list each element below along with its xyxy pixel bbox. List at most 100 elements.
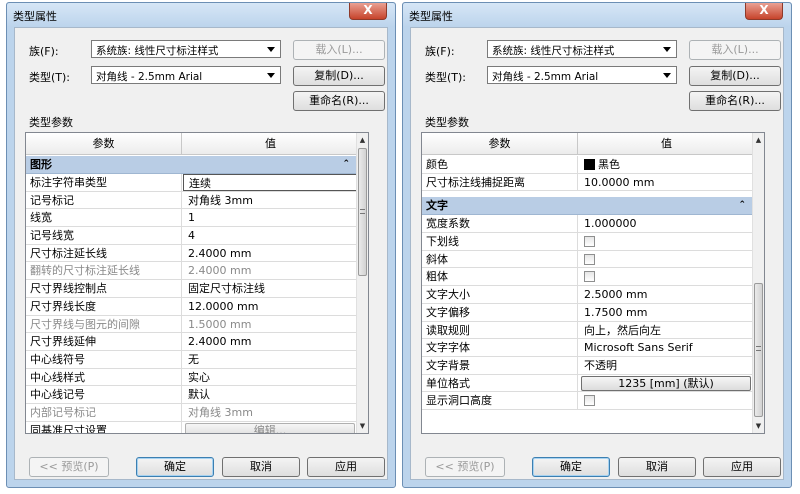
parameter-value[interactable]: 1.7500 mm bbox=[579, 304, 754, 321]
parameter-row[interactable]: 记号线宽 4 bbox=[26, 227, 358, 245]
parameter-value[interactable]: 2.4000 mm bbox=[183, 262, 358, 279]
parameter-value[interactable]: 实心 bbox=[183, 369, 358, 386]
parameter-row[interactable]: 宽度系数 1.000000 bbox=[422, 215, 754, 234]
parameter-value[interactable]: 12.0000 mm bbox=[183, 298, 358, 315]
column-header-parameter[interactable]: 参数 bbox=[26, 133, 182, 155]
family-select[interactable]: 系统族: 线性尺寸标注样式 bbox=[91, 40, 281, 58]
parameter-value[interactable] bbox=[579, 251, 754, 268]
group-header-graphics[interactable]: 图形 ⌃ bbox=[26, 156, 358, 174]
group-header-text[interactable]: 文字 ⌃ bbox=[422, 197, 754, 216]
parameter-row[interactable]: 下划线 bbox=[422, 233, 754, 251]
cancel-button[interactable]: 取消 bbox=[618, 457, 696, 477]
parameter-value[interactable]: 黑色 bbox=[579, 156, 754, 173]
close-button[interactable]: X bbox=[745, 3, 783, 20]
close-button[interactable]: X bbox=[349, 3, 387, 20]
collapse-chevron-icon[interactable]: ⌃ bbox=[738, 197, 746, 214]
grid-header: 参数 值 bbox=[26, 133, 358, 155]
cancel-button[interactable]: 取消 bbox=[222, 457, 300, 477]
parameter-value[interactable]: Microsoft Sans Serif bbox=[579, 339, 754, 356]
checkbox[interactable] bbox=[584, 253, 595, 265]
parameter-row[interactable]: 记号标记 对角线 3mm bbox=[26, 191, 358, 210]
parameter-row[interactable]: 中心线样式 实心 bbox=[26, 368, 358, 387]
parameter-row[interactable]: 同基准尺寸设置 编辑... bbox=[26, 421, 358, 433]
title-bar[interactable]: 类型属性 X bbox=[7, 3, 395, 27]
duplicate-button[interactable]: 复制(D)... bbox=[293, 66, 385, 86]
rename-button[interactable]: 重命名(R)... bbox=[293, 91, 385, 111]
scroll-thumb[interactable] bbox=[358, 148, 367, 276]
rename-button[interactable]: 重命名(R)... bbox=[689, 91, 781, 111]
parameter-value[interactable]: 无 bbox=[183, 351, 358, 368]
vertical-scrollbar[interactable]: ▲ ▼ bbox=[752, 133, 764, 433]
type-label: 类型(T): bbox=[29, 71, 71, 84]
parameter-value[interactable]: 2.4000 mm bbox=[183, 333, 358, 350]
parameter-row[interactable]: 中心线记号 默认 bbox=[26, 386, 358, 404]
parameter-row[interactable]: 尺寸界线延伸 2.4000 mm bbox=[26, 333, 358, 351]
scroll-up-arrow-icon[interactable]: ▲ bbox=[753, 133, 764, 147]
scroll-down-arrow-icon[interactable]: ▼ bbox=[753, 419, 764, 433]
scroll-thumb[interactable] bbox=[754, 283, 763, 417]
checkbox[interactable] bbox=[584, 236, 595, 248]
parameter-value[interactable]: 固定尺寸标注线 bbox=[183, 280, 358, 297]
column-header-value[interactable]: 值 bbox=[183, 133, 358, 155]
parameter-value[interactable] bbox=[579, 233, 754, 250]
parameter-row[interactable]: 斜体 bbox=[422, 250, 754, 269]
collapse-chevron-icon[interactable]: ⌃ bbox=[342, 156, 350, 173]
parameter-row[interactable]: 文字字体 Microsoft Sans Serif bbox=[422, 339, 754, 357]
parameter-value[interactable]: 2.4000 mm bbox=[183, 245, 358, 262]
parameter-row[interactable]: 中心线符号无 bbox=[26, 350, 358, 369]
parameter-value[interactable]: 对角线 3mm bbox=[183, 404, 358, 421]
load-button[interactable]: 载入(L)... bbox=[689, 40, 781, 60]
parameter-value[interactable]: 连续 bbox=[183, 174, 358, 191]
parameter-row[interactable]: 尺寸界线控制点 固定尺寸标注线 bbox=[26, 280, 358, 298]
parameter-row[interactable]: 内部记号标记 对角线 3mm bbox=[26, 403, 358, 422]
parameter-value[interactable]: 1.000000 bbox=[579, 215, 754, 232]
parameter-value[interactable]: 1235 [mm] (默认) bbox=[581, 375, 751, 391]
family-select[interactable]: 系统族: 线性尺寸标注样式 bbox=[487, 40, 677, 58]
parameter-value[interactable] bbox=[579, 392, 754, 409]
column-header-value[interactable]: 值 bbox=[579, 133, 754, 155]
parameter-row[interactable]: 读取规则 向上，然后向左 bbox=[422, 321, 754, 340]
scroll-down-arrow-icon[interactable]: ▼ bbox=[357, 419, 368, 433]
checkbox[interactable] bbox=[584, 395, 595, 407]
checkbox[interactable] bbox=[584, 271, 595, 283]
preview-button[interactable]: << 预览(P) bbox=[29, 457, 109, 477]
parameter-row[interactable]: 粗体 bbox=[422, 268, 754, 287]
parameter-row[interactable]: 文字偏移 1.7500 mm bbox=[422, 303, 754, 322]
apply-button[interactable]: 应用 bbox=[703, 457, 781, 477]
parameter-value[interactable]: 1 bbox=[183, 209, 358, 226]
parameter-row[interactable]: 尺寸标注线捕捉距离 10.0000 mm bbox=[422, 173, 754, 192]
parameter-value[interactable]: 10.0000 mm bbox=[579, 174, 754, 191]
ok-button[interactable]: 确定 bbox=[136, 457, 214, 477]
duplicate-button[interactable]: 复制(D)... bbox=[689, 66, 781, 86]
parameter-row[interactable]: 文字大小 2.5000 mm bbox=[422, 286, 754, 304]
parameter-row[interactable]: 标注字符串类型 连续 bbox=[26, 174, 358, 192]
parameter-row[interactable]: 显示洞口高度 bbox=[422, 392, 754, 410]
type-select[interactable]: 对角线 - 2.5mm Arial bbox=[487, 66, 677, 84]
apply-button[interactable]: 应用 bbox=[307, 457, 385, 477]
parameter-value[interactable]: 默认 bbox=[183, 386, 358, 403]
parameter-value[interactable]: 1.5000 mm bbox=[183, 316, 358, 333]
ok-button[interactable]: 确定 bbox=[532, 457, 610, 477]
parameter-value[interactable]: 向上，然后向左 bbox=[579, 322, 754, 339]
type-select[interactable]: 对角线 - 2.5mm Arial bbox=[91, 66, 281, 84]
parameter-row[interactable]: 颜色 黑色 bbox=[422, 156, 754, 174]
title-bar[interactable]: 类型属性 X bbox=[403, 3, 791, 27]
parameter-row[interactable]: 单位格式 1235 [mm] (默认) bbox=[422, 374, 754, 393]
vertical-scrollbar[interactable]: ▲ ▼ bbox=[356, 133, 368, 433]
parameter-row[interactable]: 尺寸界线长度 12.0000 mm bbox=[26, 297, 358, 316]
parameter-row[interactable]: 线宽 1 bbox=[26, 209, 358, 228]
parameter-value[interactable]: 不透明 bbox=[579, 357, 754, 374]
parameter-row[interactable]: 尺寸标注延长线 2.4000 mm bbox=[26, 244, 358, 263]
parameter-row[interactable]: 文字背景 不透明 bbox=[422, 356, 754, 375]
parameter-value[interactable]: 对角线 3mm bbox=[183, 192, 358, 209]
parameter-value[interactable]: 2.5000 mm bbox=[579, 286, 754, 303]
load-button[interactable]: 载入(L)... bbox=[293, 40, 385, 60]
parameter-row[interactable]: 翻转的尺寸标注延长线 2.4000 mm bbox=[26, 262, 358, 281]
parameter-row[interactable]: 尺寸界线与图元的间隙 1.5000 mm bbox=[26, 315, 358, 334]
column-header-parameter[interactable]: 参数 bbox=[422, 133, 578, 155]
parameter-value[interactable] bbox=[579, 268, 754, 285]
parameter-value[interactable]: 4 bbox=[183, 227, 358, 244]
parameter-value[interactable]: 编辑... bbox=[185, 422, 355, 433]
preview-button[interactable]: << 预览(P) bbox=[425, 457, 505, 477]
scroll-up-arrow-icon[interactable]: ▲ bbox=[357, 133, 368, 147]
